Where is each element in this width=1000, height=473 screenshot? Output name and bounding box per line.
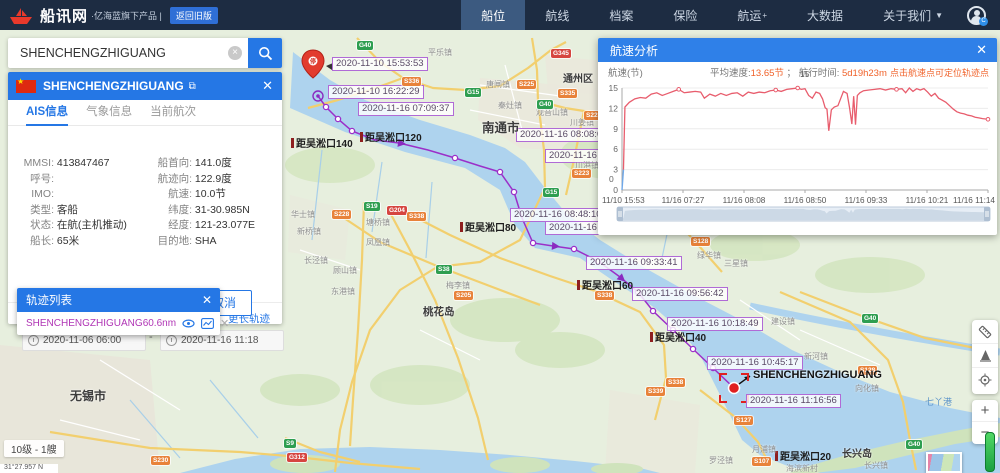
nav-item-保险[interactable]: 保险 <box>653 0 717 30</box>
track-list-row: SHENCHENGZHIGUANG 60.6nm ✕ <box>17 312 220 335</box>
chevron-down-icon: ▼ <box>935 11 943 20</box>
china-flag-icon: ★ <box>16 80 36 93</box>
brand-name: 船讯网 <box>40 5 88 26</box>
svg-text:0: 0 <box>613 185 618 195</box>
ship-title: SHENCHENGZHIGUANG <box>43 79 184 93</box>
svg-text:9: 9 <box>613 124 618 134</box>
svg-text:11/16 09:33: 11/16 09:33 <box>845 196 888 205</box>
nav-item-档案[interactable]: 档案 <box>589 0 653 30</box>
tab-当前航次[interactable]: 当前航次 <box>150 100 196 126</box>
clock-icon <box>166 335 177 346</box>
ship-field: 状态: 在航(主机推动) <box>18 218 127 234</box>
svg-text:15: 15 <box>609 83 619 93</box>
navbar: 船讯网 ·亿海蓝旗下产品 | 返回旧版 船位航线档案保险航运+大数据关于我们▼ … <box>0 0 1000 30</box>
ship-field: IMO: <box>18 187 127 203</box>
map-toolbar <box>972 320 998 394</box>
svg-text:停: 停 <box>310 57 316 65</box>
track-list-title: 轨迹列表 <box>26 292 72 308</box>
ship-fields-right: 船首向: 141.0度航迹向: 122.9度航速: 10.0节纬度: 31-30… <box>148 156 255 250</box>
speed-analysis-panel: 航速分析 ✕ 航速(节) 平均速度:13.65节 ； 航行时间: 5d19h23… <box>598 38 997 235</box>
search-button[interactable] <box>248 38 282 68</box>
ship-tabs: AIS信息气象信息当前航次 <box>8 100 282 126</box>
eye-icon[interactable] <box>182 318 195 329</box>
ship-field: 经度: 121-23.077E <box>148 218 255 234</box>
cursor-coordinates: 31°27.957 N <box>0 464 58 473</box>
old-version-button[interactable]: 返回旧版 <box>170 7 218 24</box>
avatar-badge: C <box>979 17 988 26</box>
tab-AIS信息[interactable]: AIS信息 <box>26 100 68 126</box>
svg-text:3: 3 <box>613 165 618 175</box>
svg-text:11/16 08:08: 11/16 08:08 <box>723 196 766 205</box>
nav-item-大数据[interactable]: 大数据 <box>787 0 863 30</box>
remove-track-icon[interactable]: ✕ <box>220 317 229 330</box>
clear-search-icon[interactable]: × <box>228 46 242 60</box>
chart-stray-value: 0 <box>609 174 614 184</box>
ship-field: 目的地: SHA <box>148 234 255 250</box>
close-icon[interactable]: ✕ <box>202 293 212 307</box>
ship-panel-header: ★ SHENCHENGZHIGUANG ⧉ ✕ <box>8 72 282 100</box>
zoom-level-badge: 10级 - 1艘 <box>4 440 64 457</box>
ship-field: 船首向: 141.0度 <box>148 156 255 172</box>
track-list-header: 轨迹列表 ✕ <box>17 288 220 312</box>
speed-chart[interactable]: 0369121511/10 15:5311/16 07:2711/16 08:0… <box>598 38 997 235</box>
nav-item-关于我们[interactable]: 关于我们▼ <box>863 0 963 30</box>
avatar-head <box>974 10 980 16</box>
svg-text:11/16 08:50: 11/16 08:50 <box>784 196 827 205</box>
external-link-icon[interactable]: ⧉ <box>189 81 196 92</box>
locate-target-icon[interactable] <box>972 368 998 392</box>
nav-item-船位[interactable]: 船位 <box>461 0 525 30</box>
nav-menu: 船位航线档案保险航运+大数据关于我们▼ <box>461 0 963 30</box>
clock-icon <box>28 335 39 346</box>
ship-info-panel: ★ SHENCHENGZHIGUANG ⧉ ✕ AIS信息气象信息当前航次 MM… <box>8 72 282 324</box>
svg-text:11/16 07:27: 11/16 07:27 <box>662 196 705 205</box>
svg-text:6: 6 <box>613 144 618 154</box>
ship-field: 纬度: 31-30.985N <box>148 203 255 219</box>
user-avatar-icon[interactable]: C <box>967 6 986 25</box>
track-list-panel: 轨迹列表 ✕ SHENCHENGZHIGUANG 60.6nm ✕ <box>17 288 220 335</box>
nav-item-航线[interactable]: 航线 <box>525 0 589 30</box>
ship-field: 呼号: <box>18 172 127 188</box>
svg-text:11/16 10:21: 11/16 10:21 <box>906 196 949 205</box>
slider-handle[interactable] <box>617 207 623 221</box>
track-row-distance: 60.6nm <box>143 318 176 329</box>
nav-item-航运[interactable]: 航运+ <box>717 0 787 30</box>
chart-stray-value: 15 <box>800 69 809 79</box>
ship-field: 航速: 10.0节 <box>148 187 255 203</box>
traffic-density-bar[interactable] <box>985 432 995 472</box>
shipxy-app: 停 2020-11-10 15:53:532020-11-10 16:22:29… <box>0 0 1000 473</box>
ship-cone-icon[interactable] <box>972 344 998 368</box>
svg-text:11/16 11:14: 11/16 11:14 <box>953 196 995 205</box>
track-row-name[interactable]: SHENCHENGZHIGUANG <box>26 318 143 329</box>
search-input[interactable] <box>8 38 248 68</box>
ship-field: MMSI: 413847467 <box>18 156 127 172</box>
boat-logo-icon <box>8 5 34 25</box>
current-ship-position[interactable] <box>729 383 740 394</box>
svg-text:11/10 15:53: 11/10 15:53 <box>602 196 645 205</box>
overview-mini-map[interactable] <box>926 452 962 473</box>
search-bar: × <box>8 38 282 68</box>
brand[interactable]: 船讯网 ·亿海蓝旗下产品 | 返回旧版 <box>8 5 218 26</box>
ship-field: 航迹向: 122.9度 <box>148 172 255 188</box>
tab-气象信息[interactable]: 气象信息 <box>86 100 132 126</box>
ship-fields-left: MMSI: 413847467呼号: IMO: 类型: 客船状态: 在航(主机推… <box>18 156 127 250</box>
slider-silhouette <box>622 209 984 220</box>
zoom-in-button[interactable]: + <box>972 400 998 422</box>
close-icon[interactable]: ✕ <box>262 78 273 94</box>
measure-ruler-icon[interactable] <box>972 320 998 344</box>
ship-field: 船长: 65米 <box>18 234 127 250</box>
search-icon <box>258 46 273 61</box>
speed-chart-icon[interactable] <box>201 318 214 329</box>
svg-text:12: 12 <box>609 103 619 113</box>
brand-suffix: ·亿海蓝旗下产品 | <box>91 9 162 22</box>
ship-field: 类型: 客船 <box>18 203 127 219</box>
slider-handle[interactable] <box>984 207 990 221</box>
